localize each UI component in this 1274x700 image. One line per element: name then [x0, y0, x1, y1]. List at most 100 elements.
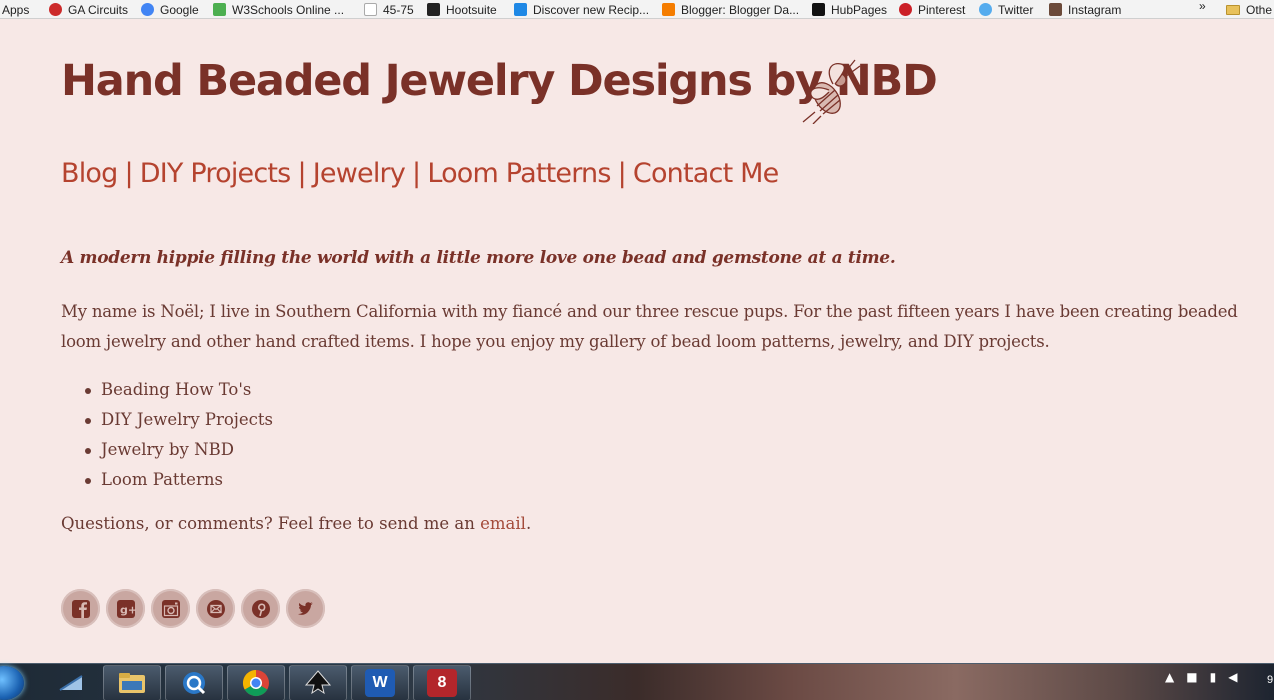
link-jewelry-by-nbd[interactable]: Jewelry by NBD	[101, 440, 234, 459]
email-link[interactable]: email	[480, 514, 526, 533]
bookmark-twitter[interactable]: Twitter	[979, 0, 1033, 18]
tagline: A modern hippie filling the world with a…	[61, 248, 896, 268]
hubpages-icon	[812, 3, 825, 16]
taskbar-file-manager[interactable]	[103, 665, 161, 700]
section-link-list: Beading How To's DIY Jewelry Projects Je…	[84, 375, 273, 495]
taskbar-word[interactable]: W	[351, 665, 409, 700]
google-plus-button[interactable]: g+	[106, 589, 145, 628]
other-bookmarks-folder[interactable]: Othe	[1226, 0, 1273, 18]
contact-line: Questions, or comments? Feel free to sen…	[61, 514, 531, 533]
nav-link-contact-me[interactable]: Contact Me	[633, 158, 779, 189]
w3schools-icon	[213, 3, 226, 16]
contact-period: .	[525, 514, 532, 533]
taskbar-network[interactable]	[165, 665, 223, 700]
hootsuite-icon	[427, 3, 440, 16]
svg-text:g+: g+	[120, 603, 137, 616]
bookmark-label: Pinterest	[918, 2, 966, 17]
taskbar-chrome[interactable]	[227, 665, 285, 700]
bookmark-45-75[interactable]: 45-75	[364, 0, 414, 18]
email-icon	[206, 599, 225, 618]
pinterest-icon	[251, 599, 270, 618]
bookmark-label: Blogger: Blogger Da...	[681, 2, 800, 17]
web-page: Hand Beaded Jewelry Designs by NBD Blog …	[0, 20, 1274, 663]
windows-explorer-icon	[59, 675, 83, 691]
instagram-icon	[161, 599, 180, 618]
system-tray: ▲ ■ ▮ ◀	[1165, 670, 1249, 684]
nav-separator: |	[124, 158, 133, 189]
bookmark-label: GA Circuits	[68, 2, 129, 17]
page-icon	[364, 3, 377, 16]
bookmark-discover-recipes[interactable]: Discover new Recip...	[514, 0, 649, 18]
bookmark-ga-circuits[interactable]: GA Circuits	[49, 0, 129, 18]
list-item: DIY Jewelry Projects	[84, 405, 273, 435]
folder-icon	[1226, 4, 1240, 15]
action-center-icon[interactable]: ■	[1186, 670, 1197, 684]
twitter-icon	[979, 3, 992, 16]
volume-icon[interactable]: ◀	[1228, 670, 1237, 684]
network-icon	[183, 672, 206, 695]
word-icon: W	[365, 669, 395, 697]
bookmark-hubpages[interactable]: HubPages	[812, 0, 887, 18]
taskbar-explorer[interactable]	[42, 665, 100, 700]
network-status-icon[interactable]: ▮	[1210, 670, 1217, 684]
email-button[interactable]	[196, 589, 235, 628]
bookmark-hootsuite[interactable]: Hootsuite	[427, 0, 497, 18]
start-button[interactable]	[0, 666, 24, 700]
bookmark-label: Apps	[2, 2, 30, 17]
nav-link-jewelry[interactable]: Jewelry	[313, 158, 406, 189]
taskbar-inkscape[interactable]	[289, 665, 347, 700]
intro-paragraph: My name is Noël; I live in Southern Cali…	[61, 302, 1238, 351]
bookmark-label: Instagram	[1068, 2, 1122, 17]
list-item: Jewelry by NBD	[84, 435, 273, 465]
recipes-icon	[514, 3, 527, 16]
twitter-button[interactable]	[286, 589, 325, 628]
twitter-icon	[297, 601, 313, 615]
bookmark-blogger[interactable]: Blogger: Blogger Da...	[662, 0, 800, 18]
paint-shop-pro-icon: 8	[427, 669, 457, 697]
link-beading-how-tos[interactable]: Beading How To's	[101, 380, 251, 399]
blogger-icon	[662, 3, 675, 16]
windows-taskbar: W 8	[0, 663, 1274, 700]
other-bookmarks-label: Othe	[1246, 2, 1273, 17]
bookmark-label: Hootsuite	[446, 2, 497, 17]
main-nav: Blog | DIY Projects | Jewelry | Loom Pat…	[61, 158, 779, 189]
nav-link-diy-projects[interactable]: DIY Projects	[140, 158, 291, 189]
bookmark-apps[interactable]: Apps	[2, 0, 30, 18]
bookmark-pinterest[interactable]: Pinterest	[899, 0, 966, 18]
google-icon	[141, 3, 154, 16]
instagram-button[interactable]	[151, 589, 190, 628]
bookmark-w3schools[interactable]: W3Schools Online ...	[213, 0, 345, 18]
link-diy-jewelry-projects[interactable]: DIY Jewelry Projects	[101, 410, 273, 429]
facebook-button[interactable]	[61, 589, 100, 628]
bookmark-label: W3Schools Online ...	[232, 2, 345, 17]
pinterest-icon	[899, 3, 912, 16]
facebook-icon	[71, 599, 90, 618]
list-item: Beading How To's	[84, 375, 273, 405]
bookmarks-bar: Apps GA Circuits Google W3Schools Online…	[0, 0, 1274, 19]
bee-logo-icon	[802, 59, 861, 124]
inkscape-icon	[304, 670, 332, 695]
ga-circuits-icon	[49, 3, 62, 16]
list-item: Loom Patterns	[84, 465, 273, 495]
show-hidden-icons-icon[interactable]: ▲	[1165, 670, 1174, 684]
chrome-icon	[242, 669, 269, 697]
contact-text: Questions, or comments? Feel free to sen…	[61, 514, 481, 533]
bookmarks-overflow-button[interactable]: »	[1199, 0, 1206, 12]
nav-separator: |	[617, 158, 627, 189]
file-manager-icon	[119, 673, 145, 693]
nav-separator: |	[297, 158, 306, 189]
nav-link-blog[interactable]: Blog	[61, 158, 118, 189]
bookmark-google[interactable]: Google	[141, 0, 199, 18]
bookmark-label: Google	[160, 2, 199, 17]
google-plus-icon: g+	[116, 599, 137, 618]
nav-separator: |	[412, 158, 421, 189]
instagram-icon	[1049, 3, 1062, 16]
taskbar-clock[interactable]: 9	[1267, 674, 1273, 686]
social-links: g+	[61, 589, 331, 628]
bookmark-instagram[interactable]: Instagram	[1049, 0, 1122, 18]
pinterest-button[interactable]	[241, 589, 280, 628]
nav-link-loom-patterns[interactable]: Loom Patterns	[427, 158, 611, 189]
link-loom-patterns[interactable]: Loom Patterns	[101, 470, 223, 489]
bookmark-label: 45-75	[383, 2, 414, 17]
taskbar-paint-shop-pro[interactable]: 8	[413, 665, 471, 700]
